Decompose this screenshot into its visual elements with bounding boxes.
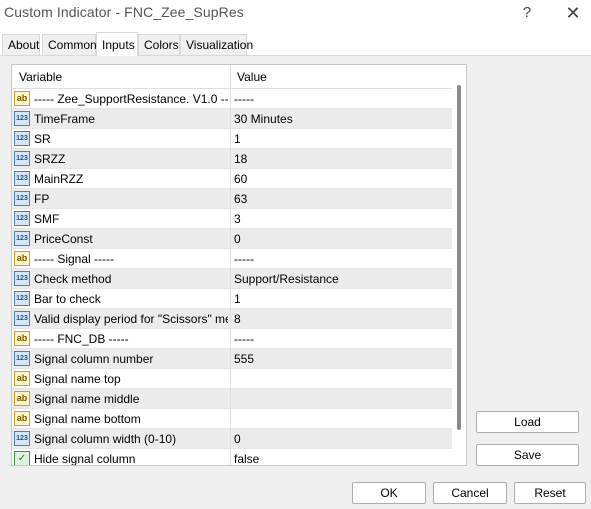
table-row[interactable]: 123 TimeFrame 30 Minutes: [12, 109, 452, 129]
window-title: Custom Indicator - FNC_Zee_SupRes: [4, 4, 244, 20]
row-value[interactable]: 18: [234, 152, 247, 166]
grid-rows: ab ----- Zee_SupportResistance. V1.0 ----…: [12, 89, 452, 466]
row-value[interactable]: -----: [234, 252, 254, 266]
string-type-icon: ab: [14, 391, 30, 406]
row-variable: Signal name bottom: [34, 412, 141, 426]
help-button[interactable]: ?: [513, 2, 541, 24]
save-button[interactable]: Save: [476, 444, 579, 466]
row-variable: SMF: [34, 212, 60, 226]
string-type-icon: ab: [14, 371, 30, 386]
numeric-type-icon: 123: [14, 151, 30, 166]
title-bar: Custom Indicator - FNC_Zee_SupRes ? ✕: [0, 0, 591, 30]
numeric-type-icon: 123: [14, 271, 30, 286]
table-row[interactable]: 123 Signal column width (0-10) 0: [12, 429, 452, 449]
cancel-button[interactable]: Cancel: [433, 482, 507, 504]
table-row[interactable]: 123 SMF 3: [12, 209, 452, 229]
row-variable: Valid display period for "Scissors" met.…: [34, 312, 228, 326]
row-variable: SR: [34, 132, 51, 146]
table-row[interactable]: 123 Signal column number 555: [12, 349, 452, 369]
row-variable: MainRZZ: [34, 172, 84, 186]
numeric-type-icon: 123: [14, 111, 30, 126]
table-row[interactable]: 123 Bar to check 1: [12, 289, 452, 309]
string-type-icon: ab: [14, 251, 30, 266]
scrollbar-thumb[interactable]: [457, 85, 461, 430]
tab-common[interactable]: Common: [42, 34, 97, 55]
table-row[interactable]: 123 PriceConst 0: [12, 229, 452, 249]
row-variable: ----- FNC_DB -----: [34, 332, 129, 346]
row-value[interactable]: -----: [234, 332, 254, 346]
row-variable: Signal name middle: [34, 392, 140, 406]
tab-visualization[interactable]: Visualization: [180, 34, 253, 55]
table-row[interactable]: ab ----- Zee_SupportResistance. V1.0 ----…: [12, 89, 452, 109]
inputs-grid: Variable Value ab ----- Zee_SupportResist…: [11, 64, 467, 466]
numeric-type-icon: 123: [14, 171, 30, 186]
table-row[interactable]: ab ----- Signal ----- -----: [12, 249, 452, 269]
row-value[interactable]: 1: [234, 132, 241, 146]
row-variable: FP: [34, 192, 50, 206]
column-header-value[interactable]: Value: [237, 70, 267, 84]
tab-inputs[interactable]: Inputs: [96, 32, 138, 56]
table-row[interactable]: ab Signal name middle: [12, 389, 452, 409]
row-value[interactable]: 8: [234, 312, 241, 326]
numeric-type-icon: 123: [14, 431, 30, 446]
string-type-icon: ab: [14, 91, 30, 106]
numeric-type-icon: 123: [14, 191, 30, 206]
row-value[interactable]: 0: [234, 232, 241, 246]
row-value[interactable]: Support/Resistance: [234, 272, 339, 286]
table-row[interactable]: 123 Check method Support/Resistance: [12, 269, 452, 289]
table-row[interactable]: 123 SRZZ 18: [12, 149, 452, 169]
row-variable: ----- Zee_SupportResistance. V1.0 -----: [34, 92, 228, 106]
numeric-type-icon: 123: [14, 311, 30, 326]
vertical-scrollbar[interactable]: [452, 65, 466, 465]
row-variable: ----- Signal -----: [34, 252, 114, 266]
row-variable: Signal name top: [34, 372, 121, 386]
grid-header: Variable Value: [12, 65, 452, 89]
close-button[interactable]: ✕: [559, 2, 587, 24]
load-button[interactable]: Load: [476, 411, 579, 433]
row-value[interactable]: 60: [234, 172, 247, 186]
reset-button[interactable]: Reset: [514, 482, 586, 504]
tab-about[interactable]: About: [2, 34, 40, 55]
table-row[interactable]: 123 Valid display period for "Scissors" m…: [12, 309, 452, 329]
row-value[interactable]: 1: [234, 292, 241, 306]
table-row[interactable]: ab Signal name bottom: [12, 409, 452, 429]
row-value[interactable]: 0: [234, 432, 241, 446]
table-row[interactable]: 123 MainRZZ 60: [12, 169, 452, 189]
row-value[interactable]: -----: [234, 92, 254, 106]
tab-colors[interactable]: Colors: [138, 34, 180, 55]
row-variable: SRZZ: [34, 152, 66, 166]
row-value[interactable]: 555: [234, 352, 254, 366]
boolean-type-icon: ✓: [14, 451, 30, 465]
row-value[interactable]: 30 Minutes: [234, 112, 293, 126]
row-variable: Hide signal column: [34, 452, 136, 466]
numeric-type-icon: 123: [14, 211, 30, 226]
table-row[interactable]: ab ----- FNC_DB ----- -----: [12, 329, 452, 349]
table-row[interactable]: 123 SR 1: [12, 129, 452, 149]
tab-bar: About Common Inputs Colors Visualization: [0, 32, 591, 56]
ok-button[interactable]: OK: [352, 482, 426, 504]
numeric-type-icon: 123: [14, 291, 30, 306]
row-variable: PriceConst: [34, 232, 93, 246]
table-row[interactable]: ab Signal name top: [12, 369, 452, 389]
string-type-icon: ab: [14, 331, 30, 346]
row-variable: Bar to check: [34, 292, 101, 306]
row-value[interactable]: 63: [234, 192, 247, 206]
column-header-variable[interactable]: Variable: [19, 70, 62, 84]
row-variable: Check method: [34, 272, 112, 286]
table-row[interactable]: ✓ Hide signal column false: [12, 449, 452, 466]
numeric-type-icon: 123: [14, 351, 30, 366]
numeric-type-icon: 123: [14, 231, 30, 246]
row-variable: Signal column width (0-10): [34, 432, 177, 446]
table-row[interactable]: 123 FP 63: [12, 189, 452, 209]
row-value[interactable]: false: [234, 452, 259, 465]
numeric-type-icon: 123: [14, 131, 30, 146]
row-value[interactable]: 3: [234, 212, 241, 226]
row-variable: TimeFrame: [34, 112, 95, 126]
row-variable: Signal column number: [34, 352, 154, 366]
string-type-icon: ab: [14, 411, 30, 426]
